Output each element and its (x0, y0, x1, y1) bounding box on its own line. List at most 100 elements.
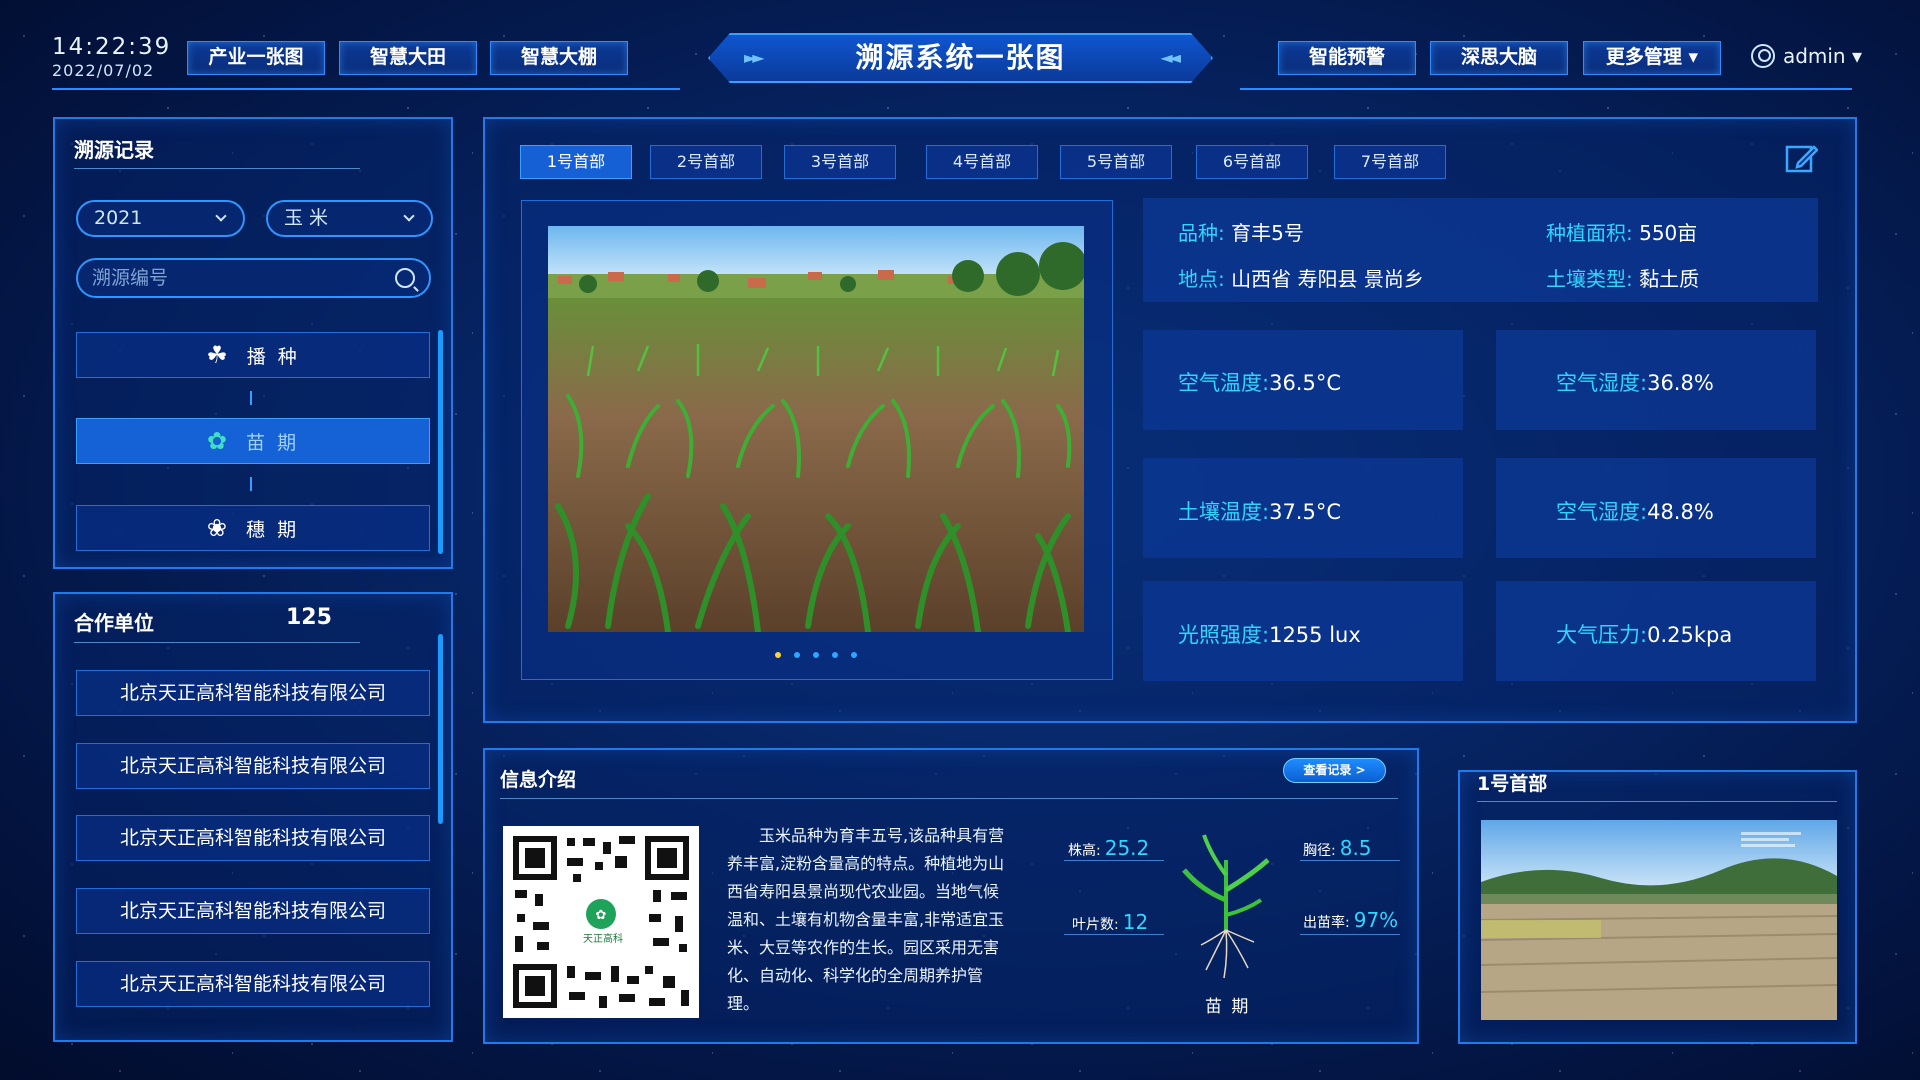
area-label: 种植面积: (1546, 221, 1633, 245)
nav-more-management[interactable]: 更多管理 ▾ (1583, 41, 1721, 75)
tab-head-5[interactable]: 5号首部 (1060, 145, 1172, 179)
coop-title-underline (74, 642, 360, 643)
sensor-label: 空气湿度: (1556, 500, 1648, 524)
stem-diameter-stat: 胸径: 8.5 (1303, 836, 1372, 860)
crop-description: 玉米品种为育丰五号,该品种具有营养丰富,淀粉含量高的特点。种植地为山西省寿阳县景… (727, 826, 1005, 1013)
soil-row: 土壤类型: 黏土质 (1546, 263, 1699, 292)
crop-select[interactable]: 玉 米 (266, 200, 433, 237)
seedling-icon: ✿ (206, 427, 231, 455)
tab-head-3[interactable]: 3号首部 (784, 145, 896, 179)
nav-smart-greenhouse[interactable]: 智慧大棚 (490, 41, 628, 75)
variety-row: 品种: 育丰5号 (1178, 217, 1304, 246)
header-left-line (52, 88, 680, 90)
stage-connector (250, 477, 252, 491)
clock-date: 2022/07/02 (52, 61, 155, 80)
nav-smart-field[interactable]: 智慧大田 (339, 41, 477, 75)
coop-title: 合作单位 (74, 611, 154, 635)
sensor-label: 空气温度: (1178, 371, 1270, 395)
location-label: 地点: (1178, 267, 1225, 291)
sensor-value: 37.5°C (1269, 500, 1341, 524)
nav-deep-brain[interactable]: 深思大脑 (1430, 41, 1568, 75)
crop-select-value: 玉 米 (284, 207, 329, 229)
tab-head-4[interactable]: 4号首部 (926, 145, 1038, 179)
sensor-label: 空气湿度: (1556, 371, 1648, 395)
carousel-dot[interactable] (851, 652, 857, 658)
air-humidity: 空气湿度:36.8% (1556, 367, 1714, 397)
coop-item[interactable]: 北京天正高科智能科技有限公司 (76, 888, 430, 934)
carousel-dot[interactable] (813, 652, 819, 658)
stat-label: 叶片数: (1072, 917, 1119, 933)
stat-underline (1300, 934, 1400, 935)
tab-head-6[interactable]: 6号首部 (1196, 145, 1308, 179)
sensor-label: 大气压力: (1556, 623, 1648, 647)
stage-heading[interactable]: ❀ 穗 期 (76, 505, 430, 551)
coop-item[interactable]: 北京天正高科智能科技有限公司 (76, 815, 430, 861)
stat-label: 出苗率: (1303, 915, 1350, 931)
sensor-label: 光照强度: (1178, 623, 1270, 647)
soil-value: 黏土质 (1639, 267, 1700, 291)
coop-scrollbar[interactable] (438, 634, 443, 824)
sprout-icon: ☘ (206, 341, 231, 369)
carousel-dot[interactable] (794, 652, 800, 658)
view-records-button[interactable]: 查看记录 > (1283, 758, 1386, 783)
trace-scrollbar[interactable] (438, 330, 443, 554)
qr-brand: 天正高科 (583, 934, 623, 945)
air-temp: 空气温度:36.5°C (1178, 367, 1341, 397)
trace-search-placeholder: 溯源编号 (92, 267, 169, 289)
stat-label: 株高: (1068, 843, 1101, 859)
nav-smart-alert[interactable]: 智能预警 (1278, 41, 1416, 75)
stage-sowing[interactable]: ☘ 播 种 (76, 332, 430, 378)
info-title-underline (500, 798, 1398, 799)
edit-icon[interactable] (1784, 141, 1819, 175)
stat-underline (1300, 860, 1400, 861)
stage-caption: 苗 期 (1205, 997, 1251, 1017)
stage-label: 播 种 (246, 345, 300, 368)
stat-value: 8.5 (1339, 836, 1372, 860)
trace-title-underline (74, 168, 360, 169)
stat-value: 25.2 (1104, 836, 1150, 860)
location-row: 地点: 山西省 寿阳县 景尚乡 (1178, 263, 1424, 292)
coop-item[interactable]: 北京天正高科智能科技有限公司 (76, 670, 430, 716)
clock-time: 14:22:39 (52, 34, 172, 60)
variety-label: 品种: (1178, 221, 1225, 245)
coop-item[interactable]: 北京天正高科智能科技有限公司 (76, 961, 430, 1007)
sensor-value: 36.8% (1647, 371, 1714, 395)
field-photo (548, 226, 1084, 632)
soil-label: 土壤类型: (1546, 267, 1633, 291)
user-icon (1750, 44, 1775, 68)
stage-label: 苗 期 (246, 431, 300, 454)
variety-value: 育丰5号 (1231, 221, 1304, 245)
stage-connector (250, 391, 252, 405)
clock: 14:22:39 2022/07/02 (52, 36, 171, 79)
camera-feed (1481, 820, 1837, 1020)
carousel-dot[interactable] (832, 652, 838, 658)
year-select-value: 2021 (94, 207, 143, 229)
camera-title: 1号首部 (1477, 773, 1548, 795)
sensor-label: 土壤温度: (1178, 500, 1270, 524)
stat-value: 12 (1122, 910, 1149, 934)
stage-label: 穗 期 (246, 518, 300, 541)
leaf-count-stat: 叶片数: 12 (1072, 910, 1148, 934)
trace-search-input[interactable]: 溯源编号 (76, 258, 431, 298)
emergence-rate-stat: 出苗率: 97% (1303, 908, 1398, 932)
page-title-text: 溯源系统一张图 (855, 41, 1066, 74)
header-right-line (1240, 88, 1852, 90)
plant-height-stat: 株高: 25.2 (1068, 836, 1149, 860)
year-select[interactable]: 2021 (76, 200, 245, 237)
nav-industry-map[interactable]: 产业一张图 (187, 41, 325, 75)
coop-item[interactable]: 北京天正高科智能科技有限公司 (76, 743, 430, 789)
tab-head-2[interactable]: 2号首部 (650, 145, 762, 179)
carousel-dot-active[interactable] (775, 652, 781, 658)
camera-title-underline (1477, 801, 1837, 802)
stat-value: 97% (1353, 908, 1399, 932)
tab-head-1[interactable]: 1号首部 (520, 145, 632, 179)
page-title: ►► 溯源系统一张图 ◄◄ (708, 33, 1213, 83)
search-icon[interactable] (395, 268, 415, 288)
coop-count: 125 (286, 605, 332, 630)
qr-code: ✿ 天正高科 (503, 826, 699, 1018)
sensor-value: 1255 lux (1269, 623, 1361, 647)
user-menu[interactable]: admin ▾ (1750, 44, 1862, 68)
sensor-value: 48.8% (1647, 500, 1714, 524)
tab-head-7[interactable]: 7号首部 (1334, 145, 1446, 179)
stage-seedling[interactable]: ✿ 苗 期 (76, 418, 430, 464)
